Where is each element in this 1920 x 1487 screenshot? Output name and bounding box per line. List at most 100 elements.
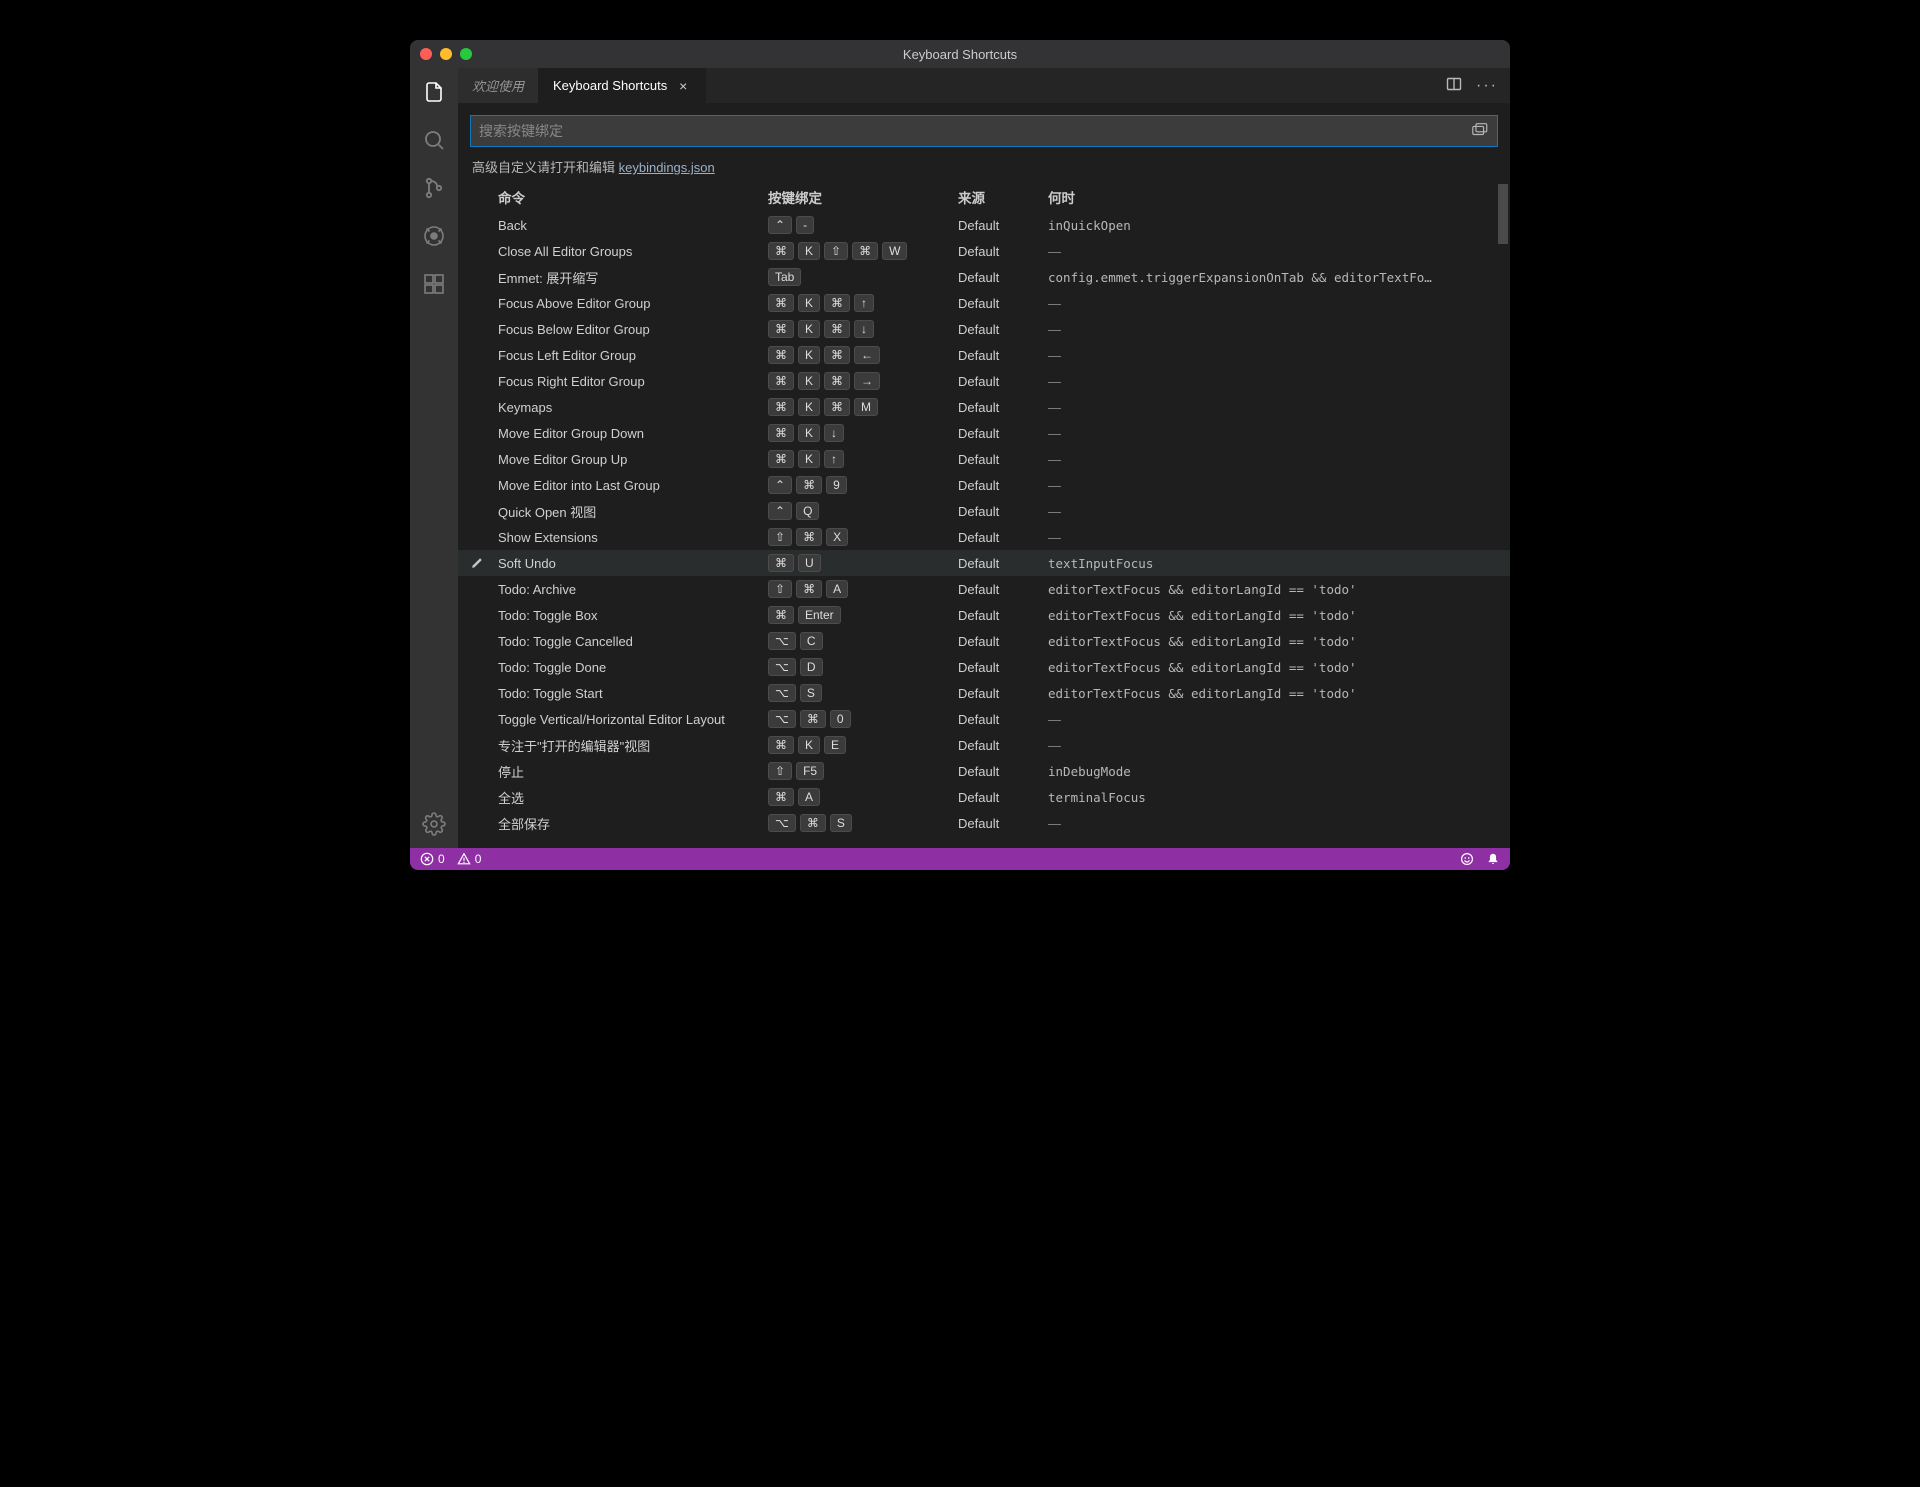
error-count: 0: [438, 852, 445, 866]
status-errors[interactable]: 0: [420, 852, 445, 866]
key-cap: K: [798, 320, 820, 338]
tab-welcome[interactable]: 欢迎使用: [458, 68, 539, 103]
source-cell: Default: [952, 761, 1042, 782]
source-cell: Default: [952, 579, 1042, 600]
table-row[interactable]: Move Editor Group Down⌘K↓Default—: [458, 420, 1510, 446]
tab-label: Keyboard Shortcuts: [553, 78, 667, 93]
source-cell: Default: [952, 215, 1042, 236]
edit-keybinding-icon[interactable]: [462, 742, 492, 748]
edit-keybinding-icon[interactable]: [462, 612, 492, 618]
edit-keybinding-icon[interactable]: [462, 716, 492, 722]
table-row[interactable]: Soft Undo⌘UDefaulttextInputFocus: [458, 550, 1510, 576]
source-cell: Default: [952, 527, 1042, 548]
table-row[interactable]: Close All Editor Groups⌘K⇧⌘WDefault—: [458, 238, 1510, 264]
tab-keyboard-shortcuts[interactable]: Keyboard Shortcuts ×: [539, 68, 706, 103]
table-row[interactable]: 全部保存⌥⌘SDefault—: [458, 810, 1510, 836]
edit-keybinding-icon[interactable]: [462, 430, 492, 436]
edit-keybinding-icon[interactable]: [462, 404, 492, 410]
edit-keybinding-icon[interactable]: [462, 352, 492, 358]
status-bell-icon[interactable]: [1486, 852, 1500, 866]
search-input[interactable]: [479, 123, 1463, 139]
edit-keybinding-icon[interactable]: [462, 274, 492, 280]
tabs-bar: 欢迎使用 Keyboard Shortcuts × ···: [458, 68, 1510, 103]
table-row[interactable]: 停止⇧F5DefaultinDebugMode: [458, 758, 1510, 784]
table-row[interactable]: Todo: Archive⇧⌘ADefaulteditorTextFocus &…: [458, 576, 1510, 602]
debug-icon[interactable]: [420, 222, 448, 250]
table-row[interactable]: Todo: Toggle Start⌥SDefaulteditorTextFoc…: [458, 680, 1510, 706]
table-row[interactable]: Todo: Toggle Done⌥DDefaulteditorTextFocu…: [458, 654, 1510, 680]
keybinding-cell: ⌘K↑: [762, 447, 952, 471]
table-row[interactable]: Focus Above Editor Group⌘K⌘↑Default—: [458, 290, 1510, 316]
more-actions-icon[interactable]: ···: [1476, 77, 1498, 95]
edit-keybinding-icon[interactable]: [462, 820, 492, 826]
edit-keybinding-icon[interactable]: [462, 553, 492, 573]
when-cell: inQuickOpen: [1042, 215, 1506, 236]
table-row[interactable]: Emmet: 展开缩写TabDefaultconfig.emmet.trigge…: [458, 264, 1510, 290]
table-row[interactable]: Toggle Vertical/Horizontal Editor Layout…: [458, 706, 1510, 732]
table-row[interactable]: Todo: Toggle Cancelled⌥CDefaulteditorTex…: [458, 628, 1510, 654]
hint-prefix: 高级自定义请打开和编辑: [472, 160, 619, 175]
table-row[interactable]: Quick Open 视图⌃QDefault—: [458, 498, 1510, 524]
edit-keybinding-icon[interactable]: [462, 248, 492, 254]
key-cap: W: [882, 242, 907, 260]
edit-keybinding-icon[interactable]: [462, 456, 492, 462]
when-cell: editorTextFocus && editorLangId == 'todo…: [1042, 657, 1506, 678]
command-cell: Move Editor into Last Group: [492, 475, 762, 496]
command-cell: Focus Above Editor Group: [492, 293, 762, 314]
source-cell: Default: [952, 267, 1042, 288]
edit-keybinding-icon[interactable]: [462, 482, 492, 488]
edit-keybinding-icon[interactable]: [462, 664, 492, 670]
edit-keybinding-icon[interactable]: [462, 326, 492, 332]
split-editor-icon[interactable]: [1446, 76, 1462, 95]
status-warnings[interactable]: 0: [457, 852, 482, 866]
settings-gear-icon[interactable]: [420, 810, 448, 838]
key-cap: ⌘: [768, 606, 794, 624]
key-cap: ⌘: [852, 242, 878, 260]
key-cap: ⌘: [824, 398, 850, 416]
explorer-icon[interactable]: [420, 78, 448, 106]
table-row[interactable]: Back⌃-DefaultinQuickOpen: [458, 212, 1510, 238]
edit-keybinding-icon[interactable]: [462, 690, 492, 696]
table-row[interactable]: Todo: Toggle Box⌘EnterDefaulteditorTextF…: [458, 602, 1510, 628]
source-control-icon[interactable]: [420, 174, 448, 202]
keybinding-cell: ⌃⌘9: [762, 473, 952, 497]
source-cell: Default: [952, 475, 1042, 496]
when-cell: editorTextFocus && editorLangId == 'todo…: [1042, 605, 1506, 626]
table-row[interactable]: Keymaps⌘K⌘MDefault—: [458, 394, 1510, 420]
table-row[interactable]: Focus Left Editor Group⌘K⌘←Default—: [458, 342, 1510, 368]
command-cell: Emmet: 展开缩写: [492, 265, 762, 290]
edit-keybinding-icon[interactable]: [462, 508, 492, 514]
col-keybinding: 按键绑定: [762, 184, 952, 210]
edit-keybinding-icon[interactable]: [462, 378, 492, 384]
table-row[interactable]: Move Editor into Last Group⌃⌘9Default—: [458, 472, 1510, 498]
edit-keybinding-icon[interactable]: [462, 586, 492, 592]
table-row[interactable]: 专注于"打开的编辑器"视图⌘KEDefault—: [458, 732, 1510, 758]
search-icon[interactable]: [420, 126, 448, 154]
edit-keybinding-icon[interactable]: [462, 768, 492, 774]
close-tab-icon[interactable]: ×: [675, 78, 691, 94]
table-row[interactable]: Focus Right Editor Group⌘K⌘→Default—: [458, 368, 1510, 394]
key-cap: Q: [796, 502, 819, 520]
command-cell: Move Editor Group Down: [492, 423, 762, 444]
edit-keybinding-icon[interactable]: [462, 222, 492, 228]
table-row[interactable]: Move Editor Group Up⌘K↑Default—: [458, 446, 1510, 472]
edit-keybinding-icon[interactable]: [462, 638, 492, 644]
command-cell: Todo: Archive: [492, 579, 762, 600]
table-row[interactable]: Focus Below Editor Group⌘K⌘↓Default—: [458, 316, 1510, 342]
command-cell: 专注于"打开的编辑器"视图: [492, 733, 762, 758]
table-row[interactable]: 全选⌘ADefaultterminalFocus: [458, 784, 1510, 810]
extensions-icon[interactable]: [420, 270, 448, 298]
keybinding-cell: ⌘Enter: [762, 603, 952, 627]
edit-keybinding-icon[interactable]: [462, 300, 492, 306]
warning-count: 0: [475, 852, 482, 866]
key-cap: ↑: [854, 294, 874, 312]
keybindings-json-link[interactable]: keybindings.json: [619, 160, 715, 175]
status-feedback-icon[interactable]: [1460, 852, 1474, 866]
record-keys-icon[interactable]: [1471, 121, 1489, 142]
key-cap: ↑: [824, 450, 844, 468]
table-row[interactable]: Show Extensions⇧⌘XDefault—: [458, 524, 1510, 550]
search-box[interactable]: [470, 115, 1498, 147]
edit-keybinding-icon[interactable]: [462, 794, 492, 800]
scrollbar-thumb[interactable]: [1498, 184, 1508, 244]
edit-keybinding-icon[interactable]: [462, 534, 492, 540]
